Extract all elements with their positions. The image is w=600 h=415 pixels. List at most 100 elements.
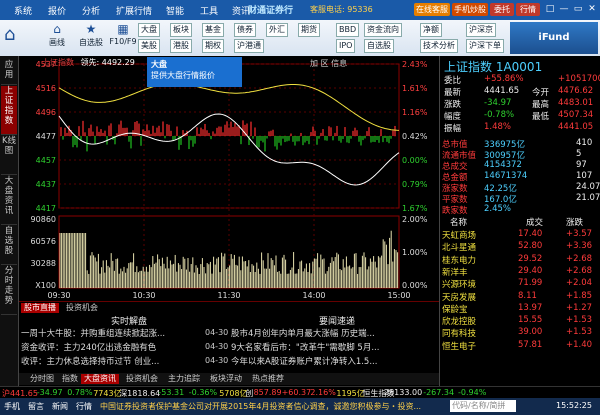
quotes-button[interactable]: 行情 [516,3,540,16]
stock-name[interactable]: 同有科技 [442,327,476,339]
tab-live-market[interactable]: 股市直播 [21,303,59,313]
news-left-0[interactable]: 一周十大牛股：并购重组连续掀起涨... [21,327,201,340]
maximize-icon[interactable]: ▭ [572,3,584,15]
stock-name[interactable]: 新洋丰 [442,266,468,278]
select-order[interactable]: 沪深下单 [466,39,504,53]
news-right-2[interactable]: 今年以来A股证券账户累计净转入1.5... [231,355,437,368]
status-message[interactable]: 留言 [28,401,44,412]
status-news[interactable]: 新闻 [52,401,68,412]
select-sector[interactable]: 板块 [170,23,192,37]
chart-ops[interactable]: 加 区 信息 [310,58,347,69]
news-time-0: 04-30 [205,328,229,337]
stock-name[interactable]: 欣龙控股 [442,315,476,327]
tab-apps[interactable]: 应用 [1,60,17,85]
stock-name[interactable]: 天房发展 [442,291,476,303]
stock-name[interactable]: 保龄宝 [442,303,468,315]
menu-smart[interactable]: 智能 [166,4,184,17]
restore-icon[interactable]: □ [544,3,556,15]
select-fund-flow[interactable]: 资金流向 [364,23,402,37]
list-header-name: 名称 [450,218,468,228]
mobile-trading-button[interactable]: 手机炒股 [452,3,488,16]
btab-index[interactable]: 指数 [59,374,81,384]
draw-line-tool[interactable]: ⌂ 画线 [46,22,68,48]
market-tooltip: 大盘 提供大盘行情报价 [147,57,242,87]
menu-system[interactable]: 系统 [14,4,32,17]
select-net[interactable]: 净额 [420,23,442,37]
news-right-0[interactable]: 股市4月创年内单月最大涨幅 历史端... [231,327,437,340]
menu-extended-quotes[interactable]: 扩展行情 [116,4,152,17]
select-fund[interactable]: 基金 [202,23,224,37]
y-tick-left: 4417 [36,204,56,213]
select-market[interactable]: 大盘 [138,23,160,37]
select-ipo[interactable]: IPO [336,39,356,53]
home-icon[interactable]: ⌂ [4,24,22,52]
select-hk-stock[interactable]: 港股 [170,39,192,53]
select-options[interactable]: 期权 [202,39,224,53]
btab-opportunity[interactable]: 投资机会 [123,374,161,384]
quote-right-value: 4507.34 [558,110,594,120]
intraday-chart[interactable]: 4537 2.43% 4516 1.61% 4496 1.16% 4477 0.42% 4457… [19,56,439,301]
bottom-tab-strip: 分时图 指数 大盘资讯 投资机会 主力追踪 板块浮动 热点推荐 [19,373,439,385]
btab-main-force[interactable]: 主力追踪 [165,374,203,384]
close-icon[interactable]: ✕ [586,3,598,15]
tab-intraday[interactable]: 分时走势 [1,266,17,315]
menu-quote[interactable]: 报价 [48,4,66,17]
tab-market-news[interactable]: 大盘资讯 [1,176,17,225]
select-shsz[interactable]: 沪深京 [466,23,496,37]
tooltip-text: 提供大盘行情报价 [151,71,215,80]
news-right-1[interactable]: 9大名家看后市："改革牛"需歇脚 5月... [231,341,437,354]
stock-name[interactable]: 恒生电子 [442,340,476,352]
news-time-1: 04-30 [205,342,229,351]
search-input[interactable]: 代码/名称/简拼 [450,400,516,412]
btab-market-news[interactable]: 大盘资讯 [81,374,119,384]
news-left-2[interactable]: 收评：主力休息选择持币过节 创业... [21,355,201,368]
list-header-change: 涨跌 [566,218,584,228]
quote-right-value: +10517003 [558,74,600,84]
draw-line-icon: ⌂ [53,22,61,36]
status-mobile[interactable]: 手机 [4,401,20,412]
stat-value: 2.45% [484,204,512,214]
menu-tools[interactable]: 工具 [200,4,218,17]
stock-name[interactable]: 兴源环境 [442,278,476,290]
minimize-icon[interactable]: — [558,3,570,15]
stock-change: +1.53 [566,327,593,338]
tab-kline[interactable]: K线图 [1,136,17,175]
online-service-button[interactable]: 在线客服 [414,3,450,16]
watchlist-tool[interactable]: ★ 自选股 [79,22,103,48]
select-bbd[interactable]: BBD [336,23,360,37]
chart-index-name: 上证指数 [42,58,74,67]
news-time-2: 04-30 [205,356,229,365]
status-quotes[interactable]: 行情 [76,401,92,412]
news-panel: 股市直播 投资机会 实时解盘 要闻速递 一周十大牛股：并购重组连续掀起涨... … [19,301,439,386]
stock-name[interactable]: 桂东电力 [442,254,476,266]
f10-tool[interactable]: ▦ F10/F9 [109,22,136,46]
select-watchlist[interactable]: 自选股 [364,39,394,53]
ticker-item: 0.78% [67,388,93,397]
select-forex[interactable]: 外汇 [266,23,288,37]
stock-price: 17.40 [518,229,543,239]
select-tech-analysis[interactable]: 技术分析 [420,39,458,53]
app-logo: iFund [510,22,598,54]
select-futures[interactable]: 期货 [298,23,320,37]
tab-watchlist[interactable]: 自选股 [1,226,17,265]
tooltip-title: 大盘 [151,60,167,69]
tab-sh-index[interactable]: 上证指数 [1,86,17,135]
news-left-1[interactable]: 资金收评：主力240亿出逃金融有色 [21,341,201,354]
stock-name[interactable]: 北斗星通 [442,241,476,253]
tab-opportunity[interactable]: 投资机会 [63,303,101,313]
stock-name[interactable]: 天虹商场 [442,229,476,241]
ticker-item: -34.97 [36,388,63,397]
btab-sector[interactable]: 板块浮动 [207,374,245,384]
y-tick-right: 0.00% [402,156,428,165]
stock-change: +1.40 [566,339,593,350]
select-bond[interactable]: 债券 [234,23,256,37]
menu-analysis[interactable]: 分析 [82,4,100,17]
order-button[interactable]: 委托 [490,3,514,16]
head-live-comment: 实时解盘 [111,317,148,327]
select-us-stock[interactable]: 美股 [138,39,160,53]
vol-tick-right: 2.00% [402,215,428,224]
btab-intraday[interactable]: 分时图 [27,374,57,384]
select-hk-connect[interactable]: 沪港通 [234,39,264,53]
btab-hot[interactable]: 热点推荐 [249,374,287,384]
quote-right-value: 4476.62 [558,86,594,96]
